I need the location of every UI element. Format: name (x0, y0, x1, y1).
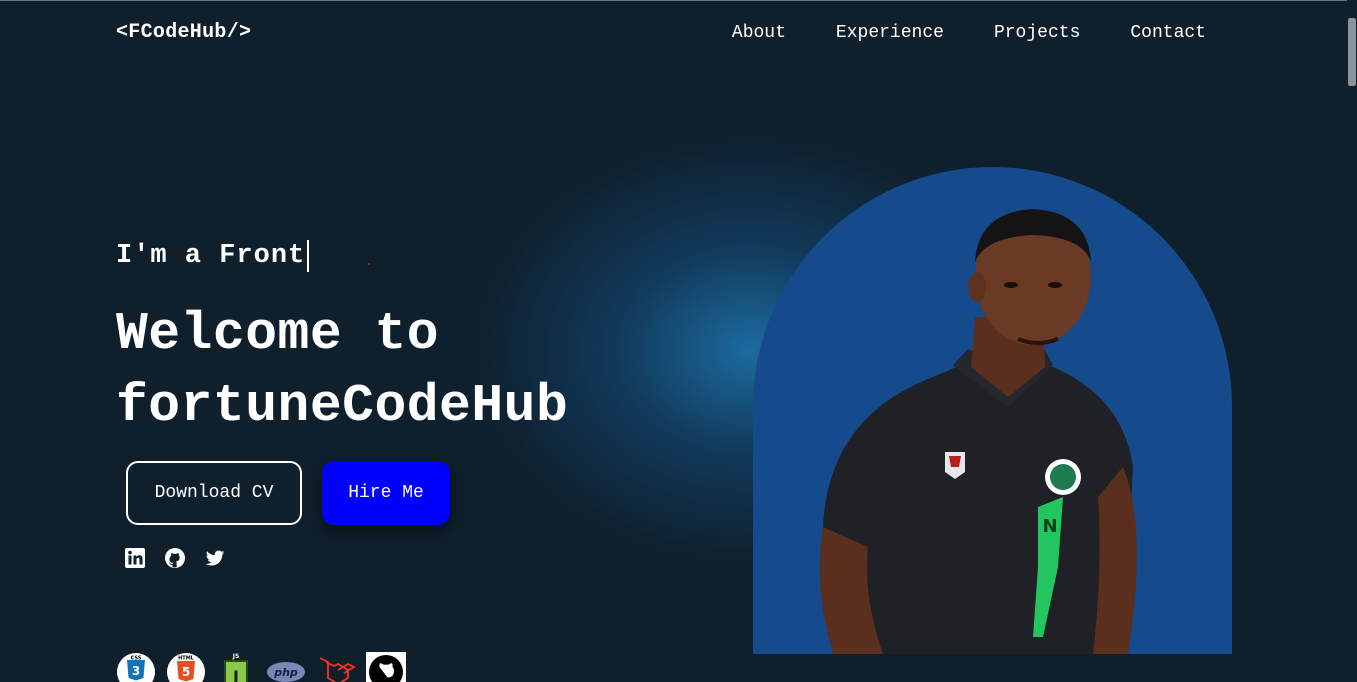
css3-icon: CSS 3 (116, 652, 156, 682)
profile-photo: N (753, 167, 1232, 654)
svg-text:5: 5 (182, 665, 190, 679)
site-logo[interactable]: <FCodeHub/> (116, 21, 251, 44)
hire-me-button[interactable]: Hire Me (322, 461, 450, 525)
decorative-dot (368, 263, 370, 265)
nav-about[interactable]: About (732, 23, 786, 43)
nav-experience[interactable]: Experience (836, 23, 944, 43)
html5-icon: HTML 5 (166, 652, 206, 682)
css-label: CSS (131, 656, 142, 662)
github-icon[interactable] (164, 547, 186, 569)
scrollbar-thumb[interactable] (1348, 18, 1356, 86)
nav-contact[interactable]: Contact (1130, 23, 1206, 43)
tech-stack: CSS 3 HTML 5 JS J php (116, 652, 406, 682)
svg-text:3: 3 (132, 664, 140, 678)
nav-projects[interactable]: Projects (994, 23, 1080, 43)
php-label: php (273, 666, 298, 679)
main-nav: About Experience Projects Contact (732, 23, 1206, 43)
svg-text:J: J (232, 667, 239, 682)
laravel-icon (316, 652, 356, 682)
download-cv-button[interactable]: Download CV (126, 461, 302, 525)
typing-text-value: I'm a Front (116, 241, 306, 271)
linkedin-icon[interactable] (124, 547, 146, 569)
typing-cursor (307, 240, 310, 272)
hero-headline: Welcome to fortuneCodeHub (116, 304, 569, 436)
svg-text:N: N (1042, 516, 1057, 537)
window-top-border (0, 0, 1357, 1)
page-scrollbar[interactable] (1347, 0, 1357, 682)
social-links (124, 547, 226, 569)
javascript-icon: JS J (216, 652, 256, 682)
js-label: JS (232, 653, 240, 660)
html-label: HTML (178, 656, 195, 662)
php-icon: php (266, 652, 306, 682)
typing-text: I'm a Front (116, 240, 310, 272)
twitter-icon[interactable] (204, 547, 226, 569)
github-tech-icon (366, 652, 406, 682)
